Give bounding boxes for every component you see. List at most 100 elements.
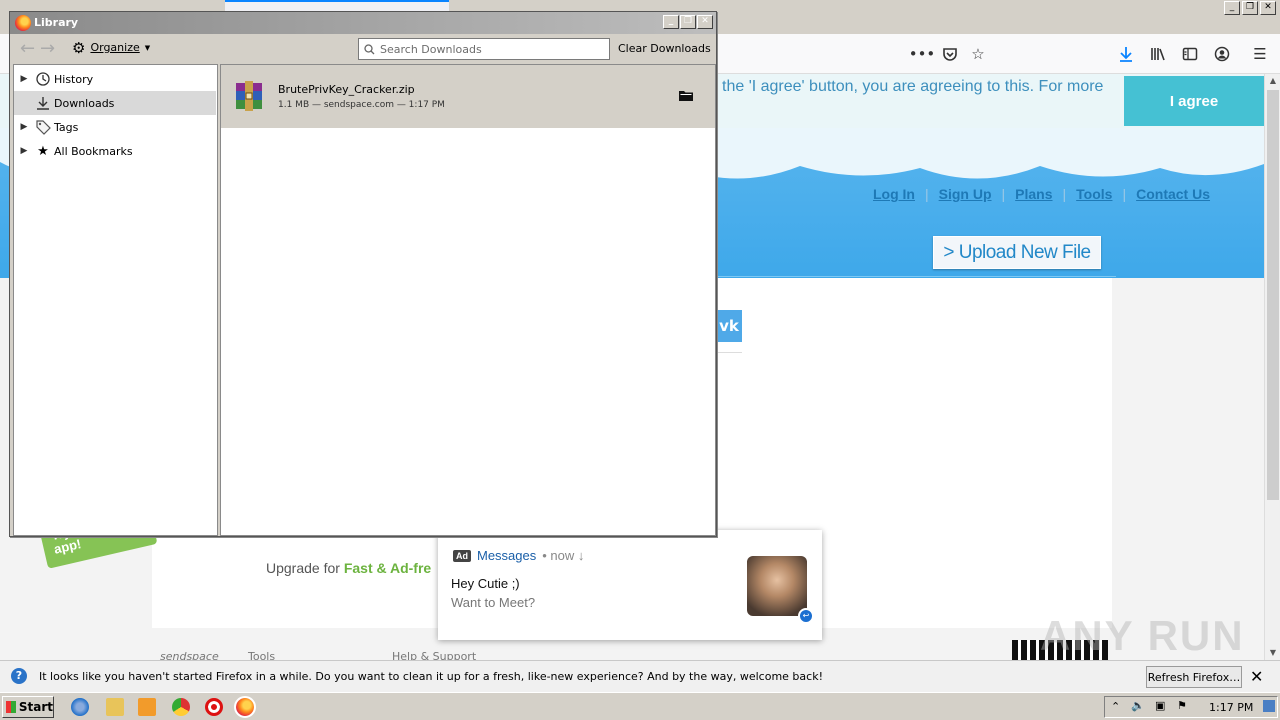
explorer-folder-icon[interactable] — [106, 698, 124, 716]
nav-separator: | — [1062, 186, 1067, 202]
clock-time[interactable]: 1:17 PM — [1209, 701, 1253, 714]
nav-separator: | — [925, 186, 929, 202]
downloads-list: BrutePrivKey_Cracker.zip 1.1 MB — sendsp… — [220, 64, 716, 536]
refresh-firefox-button[interactable]: Refresh Firefox… — [1146, 666, 1242, 688]
sidebar-item-label: Downloads — [54, 96, 115, 110]
ad-sender: Messages — [477, 548, 537, 563]
library-window: Library _ ❐ ✕ ← → ⚙ Organize ▼ Clear Dow… — [9, 11, 717, 537]
upgrade-highlight[interactable]: Fast & Ad-fre — [344, 560, 431, 576]
share-divider — [716, 352, 742, 353]
chrome-icon[interactable] — [172, 698, 190, 716]
windows-logo-icon — [6, 701, 16, 713]
nav-tools[interactable]: Tools — [1076, 186, 1112, 202]
sidebar-item-history[interactable]: ▶ History — [14, 67, 216, 91]
start-label: Start — [18, 700, 53, 714]
sidebar-item-all-bookmarks[interactable]: ▶ ★ All Bookmarks — [14, 139, 216, 163]
back-arrow-icon[interactable]: ← — [20, 38, 35, 59]
firefox-icon — [15, 15, 31, 31]
ad-badge: Ad — [453, 549, 471, 562]
close-button[interactable]: ✕ — [697, 15, 713, 29]
star-icon: ★ — [37, 143, 49, 159]
library-toolbar: ← → ⚙ Organize ▼ Clear Downloads — [10, 34, 716, 64]
pocket-icon[interactable] — [938, 42, 962, 66]
download-meta: 1.1 MB — sendspace.com — 1:17 PM — [278, 100, 445, 110]
expand-arrow-icon[interactable]: ▶ — [14, 146, 34, 156]
top-nav: Log In | Sign Up | Plans | Tools | Conta… — [873, 186, 1210, 202]
watermark: ANY RUN — [1040, 612, 1245, 659]
footer-logo: sendspace — [160, 650, 219, 660]
upgrade-prefix: Upgrade for — [266, 560, 344, 576]
ad-notification[interactable]: Ad Messages • now ↓ Hey Cutie ;) Want to… — [438, 530, 822, 640]
organize-label: Organize — [90, 41, 140, 54]
nav-contact-us[interactable]: Contact Us — [1136, 186, 1210, 202]
show-desktop-icon[interactable] — [1263, 700, 1275, 712]
ad-avatar — [747, 556, 807, 616]
library-sidebar: ▶ History Downloads ▶ Tags ▶ ★ All Bookm… — [13, 64, 218, 536]
search-downloads-box[interactable] — [358, 38, 610, 60]
minimize-button[interactable]: _ — [663, 15, 679, 29]
library-icon[interactable] — [1146, 42, 1170, 66]
start-button[interactable]: Start — [2, 696, 54, 718]
ad-time: • now ↓ — [542, 548, 585, 563]
network-icon[interactable]: ▣ — [1155, 699, 1165, 712]
ad-header: Ad Messages • now ↓ — [453, 548, 584, 563]
search-icon — [364, 43, 375, 54]
sidebar-item-tags[interactable]: ▶ Tags — [14, 115, 216, 139]
winrar-archive-icon — [236, 81, 262, 111]
nav-log-in[interactable]: Log In — [873, 186, 915, 202]
forward-arrow-icon[interactable]: → — [40, 38, 55, 59]
vk-share-button[interactable]: vk — [716, 310, 742, 342]
footer-help[interactable]: Help & Support — [392, 650, 476, 660]
downloads-icon[interactable] — [1114, 42, 1138, 66]
expand-arrow-icon[interactable]: ▶ — [14, 74, 34, 84]
help-icon: ? — [11, 668, 27, 684]
sidebar-item-downloads[interactable]: Downloads — [14, 91, 216, 115]
search-downloads-input[interactable] — [380, 42, 600, 56]
flag-icon[interactable]: ⚑ — [1177, 699, 1187, 712]
scroll-thumb[interactable] — [1267, 90, 1279, 500]
download-item[interactable]: BrutePrivKey_Cracker.zip 1.1 MB — sendsp… — [221, 65, 715, 128]
close-icon[interactable]: ✕ — [1250, 667, 1263, 686]
maximize-button[interactable]: ❐ — [680, 15, 696, 29]
organize-button[interactable]: ⚙ Organize ▼ — [72, 38, 151, 57]
close-button[interactable]: ✕ — [1260, 1, 1276, 15]
cookie-text: the 'I agree' button, you are agreeing t… — [722, 78, 1104, 95]
volume-icon[interactable]: 🔈 — [1131, 699, 1145, 712]
library-window-controls: _ ❐ ✕ — [663, 15, 713, 29]
media-player-icon[interactable] — [138, 698, 156, 716]
ie-icon[interactable] — [71, 698, 89, 716]
nav-plans[interactable]: Plans — [1015, 186, 1052, 202]
page-scrollbar[interactable]: ▲ ▼ — [1264, 74, 1280, 660]
menu-icon[interactable]: ☰ — [1248, 42, 1272, 66]
account-icon[interactable] — [1210, 42, 1234, 66]
scroll-up-icon[interactable]: ▲ — [1265, 74, 1280, 88]
maximize-button[interactable]: ❐ — [1242, 1, 1258, 15]
open-folder-icon[interactable] — [679, 89, 693, 101]
reply-icon[interactable]: ↩ — [798, 608, 814, 624]
bookmark-star-icon[interactable]: ☆ — [966, 42, 990, 66]
tray-expand-icon[interactable]: ⌃ — [1111, 700, 1120, 713]
upload-new-file-button[interactable]: > Upload New File — [933, 236, 1101, 269]
page-actions-icon[interactable]: ••• — [909, 42, 936, 66]
tag-icon — [34, 118, 52, 136]
chevron-down-icon: ▼ — [144, 43, 151, 52]
hero-divider — [716, 276, 1116, 277]
agree-button[interactable]: I agree — [1124, 76, 1264, 126]
expand-arrow-icon[interactable]: ▶ — [14, 122, 34, 132]
firefox-taskbar-icon[interactable] — [234, 696, 256, 718]
download-arrow-icon — [34, 94, 52, 112]
footer-tools[interactable]: Tools — [248, 650, 275, 660]
sidebar-item-label: Tags — [54, 120, 79, 134]
opera-icon[interactable] — [205, 698, 223, 716]
sidebar-item-label: History — [54, 72, 94, 86]
minimize-button[interactable]: _ — [1224, 1, 1240, 15]
library-titlebar: Library _ ❐ ✕ — [10, 12, 716, 34]
refresh-notification-bar: ? It looks like you haven't started Fire… — [0, 660, 1280, 692]
scroll-down-icon[interactable]: ▼ — [1265, 646, 1280, 660]
gear-icon: ⚙ — [72, 38, 86, 57]
sidebar-icon[interactable] — [1178, 42, 1202, 66]
sidebar-item-label: All Bookmarks — [54, 144, 133, 158]
clear-downloads-button[interactable]: Clear Downloads — [618, 42, 711, 55]
nav-sign-up[interactable]: Sign Up — [939, 186, 992, 202]
window-controls: _ ❐ ✕ — [1224, 1, 1276, 15]
